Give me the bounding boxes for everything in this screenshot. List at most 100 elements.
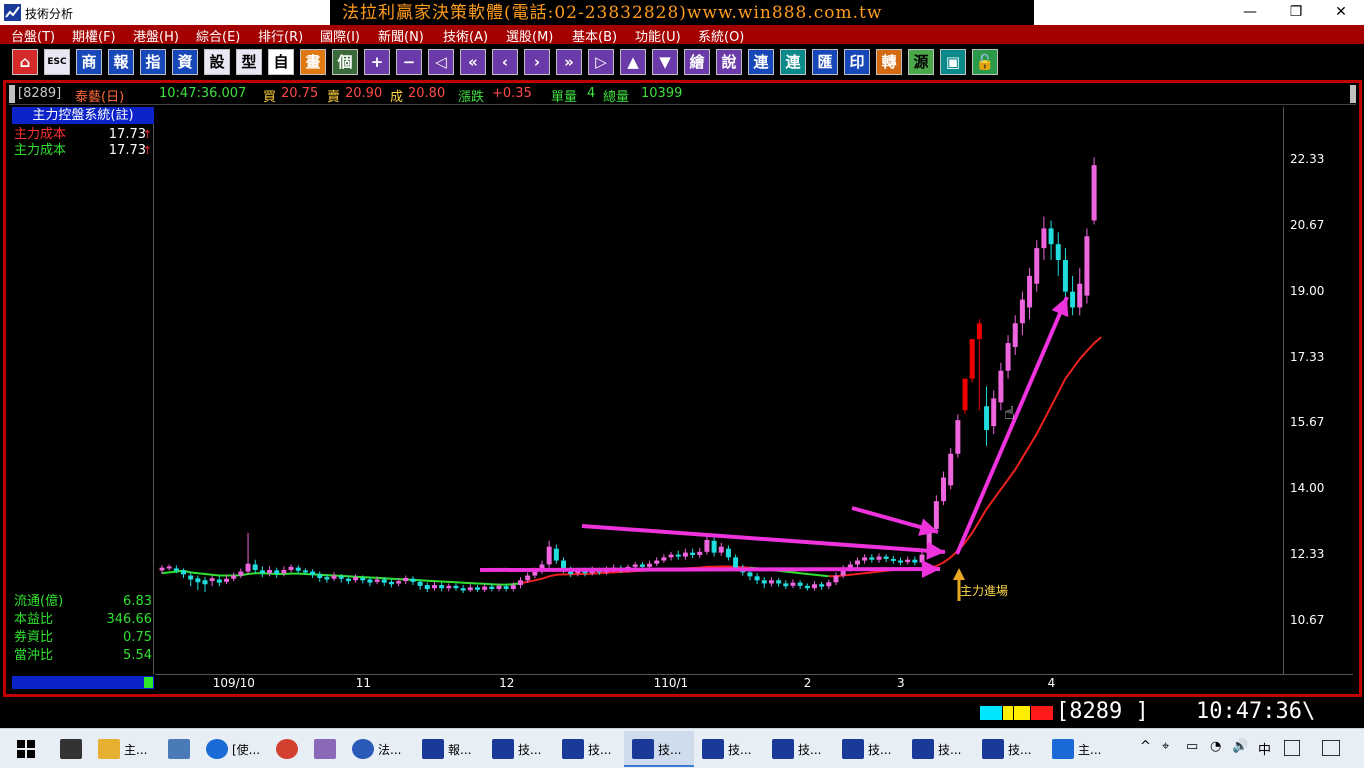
taskbar-item[interactable] [306, 731, 344, 767]
merchant-icon[interactable]: 商 [76, 49, 102, 75]
source-icon[interactable]: 源 [908, 49, 934, 75]
individual-icon[interactable]: 個 [332, 49, 358, 75]
convert-icon[interactable]: 轉 [876, 49, 902, 75]
candle-body [166, 566, 172, 569]
step-left-icon[interactable]: ‹ [492, 49, 518, 75]
ie-icon [206, 739, 228, 759]
menu-composite[interactable]: 綜合(E) [196, 26, 240, 45]
menu-news[interactable]: 新聞(N) [378, 26, 424, 45]
esc-icon[interactable]: ESC [44, 49, 70, 75]
taskbar-item-label: 主... [1078, 743, 1102, 757]
taskbar-item[interactable]: 報... [414, 731, 484, 767]
link2-icon[interactable]: 連 [780, 49, 806, 75]
fast-left-icon[interactable]: « [460, 49, 486, 75]
minimize-button[interactable]: — [1227, 0, 1273, 25]
quote-scroll-left[interactable] [9, 85, 15, 103]
home-icon[interactable]: ⌂ [12, 49, 38, 75]
tray-ime-icon[interactable]: 中 [1258, 739, 1271, 758]
tray-ime-mode-icon[interactable] [1284, 740, 1300, 756]
index-icon[interactable]: 指 [140, 49, 166, 75]
menu-stock-picking[interactable]: 選股(M) [506, 26, 553, 45]
explain-icon[interactable]: 說 [716, 49, 742, 75]
page-right-icon[interactable]: ▷ [588, 49, 614, 75]
taskbar-item[interactable] [160, 731, 198, 767]
taskbar-item[interactable]: 技... [904, 731, 974, 767]
date-tick-label: 4 [1047, 676, 1056, 690]
side-panel-title[interactable]: 主力控盤系統(註) [12, 107, 154, 124]
candle-body [890, 558, 896, 561]
tray-volume-icon[interactable]: 🔊 [1232, 739, 1248, 754]
candle-body [883, 556, 889, 559]
candle-body [869, 557, 875, 560]
candle-body [1005, 343, 1011, 371]
candlestick-chart[interactable]: 主力進場 ☝ [155, 107, 1282, 674]
taskbar-item[interactable]: 法... [344, 731, 414, 767]
taskbar-item[interactable] [268, 731, 306, 767]
menu-system[interactable]: 系統(O) [698, 26, 744, 45]
pattern-icon[interactable]: 型 [236, 49, 262, 75]
fast-right-icon[interactable]: » [556, 49, 582, 75]
candle-body [962, 378, 968, 411]
taskbar-item-label: 技... [728, 743, 752, 757]
unlock-icon[interactable]: 🔓 [972, 49, 998, 75]
taskbar-item-label: [使... [232, 743, 261, 757]
menu-functions[interactable]: 功能(U) [635, 26, 681, 45]
restore-button[interactable]: ❐ [1273, 0, 1319, 25]
candle-body [1027, 275, 1033, 308]
candle-body [317, 574, 323, 578]
taskbar-item[interactable]: 技... [484, 731, 554, 767]
menu-ranking[interactable]: 排行(R) [258, 26, 303, 45]
zoom-out-icon[interactable]: − [396, 49, 422, 75]
link-icon[interactable]: 連 [748, 49, 774, 75]
taskbar-item[interactable]: [使... [198, 731, 268, 767]
taskbar-item[interactable]: 技... [834, 731, 904, 767]
quote-icon[interactable]: 報 [108, 49, 134, 75]
taskbar-item[interactable]: 技... [694, 731, 764, 767]
candle-body [854, 560, 860, 565]
draw-icon[interactable]: 繪 [684, 49, 710, 75]
candle-body [209, 578, 215, 582]
screen-icon[interactable]: 畫 [300, 49, 326, 75]
entry-annotation-label: 主力進場 [960, 584, 1008, 598]
page-left-icon[interactable]: ◁ [428, 49, 454, 75]
data-icon[interactable]: 資 [172, 49, 198, 75]
custom-icon[interactable]: 自 [268, 49, 294, 75]
menu-taiwan[interactable]: 台盤(T) [11, 26, 55, 45]
export-icon[interactable]: 匯 [812, 49, 838, 75]
tray-display-icon[interactable]: ▭ [1186, 739, 1198, 754]
down-icon[interactable]: ▼ [652, 49, 678, 75]
tray-expand-icon[interactable]: ^ [1140, 739, 1151, 754]
tray-location-icon[interactable]: ⌖ [1162, 739, 1169, 754]
stat-row: 當沖比 5.54 [14, 648, 152, 664]
menu-options[interactable]: 期權(F) [72, 26, 116, 45]
taskbar-item[interactable]: 主... [1044, 731, 1114, 767]
tray-network-icon[interactable]: ◔ [1210, 739, 1221, 754]
notifications-icon[interactable] [1322, 740, 1340, 756]
quote-time: 10:47:36.007 [159, 86, 247, 101]
print-icon[interactable]: 印 [844, 49, 870, 75]
menu-technical[interactable]: 技術(A) [443, 26, 488, 45]
taskbar-item[interactable]: 技... [624, 731, 694, 767]
menu-fundamental[interactable]: 基本(B) [572, 26, 617, 45]
candle-body [202, 580, 208, 585]
taskbar-item-label: 技... [938, 743, 962, 757]
menu-hongkong[interactable]: 港盤(H) [133, 26, 179, 45]
step-right-icon[interactable]: › [524, 49, 550, 75]
taskbar-item[interactable]: 技... [554, 731, 624, 767]
date-tick-label: 109/10 [212, 676, 255, 690]
taskbar-item[interactable]: 技... [974, 731, 1044, 767]
up-icon[interactable]: ▲ [620, 49, 646, 75]
quote-scroll-right[interactable] [1350, 85, 1356, 103]
taskbar-item[interactable]: 技... [764, 731, 834, 767]
status-indicator-yellow [1003, 706, 1013, 720]
taskbar-item[interactable] [52, 731, 90, 767]
close-button[interactable]: ✕ [1318, 0, 1364, 25]
menu-international[interactable]: 國際(I) [320, 26, 360, 45]
candle-body [761, 580, 767, 584]
horizontal-trend-arrow-head [921, 560, 940, 579]
start-button[interactable] [4, 731, 44, 767]
zoom-in-icon[interactable]: + [364, 49, 390, 75]
window-icon[interactable]: ▣ [940, 49, 966, 75]
taskbar-item[interactable]: 主... [90, 731, 160, 767]
settings-icon[interactable]: 設 [204, 49, 230, 75]
